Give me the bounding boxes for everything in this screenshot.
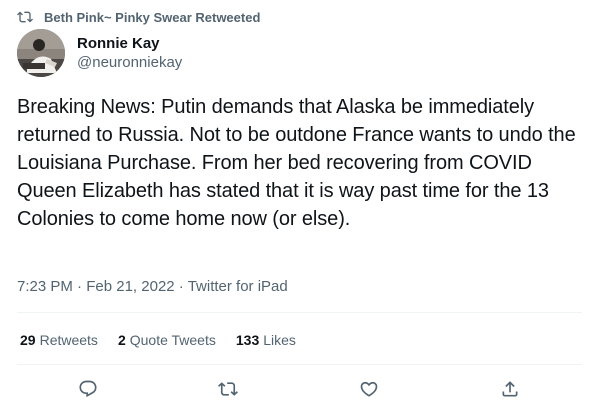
tweet-author: Ronnie Kay @neuronniekay <box>17 29 182 77</box>
share-icon <box>502 381 518 397</box>
tweet-date[interactable]: Feb 21, 2022 <box>86 278 174 295</box>
retweet-icon <box>218 382 238 396</box>
author-handle[interactable]: @neuronniekay <box>77 53 182 72</box>
likes-stat[interactable]: 133 Likes <box>236 330 296 350</box>
likes-label: Likes <box>263 332 296 348</box>
tweet[interactable]: Beth Pink~ Pinky Swear Retweeted Ronnie … <box>0 0 598 413</box>
author-names: Ronnie Kay @neuronniekay <box>77 34 182 72</box>
quote-tweets-stat[interactable]: 2 Quote Tweets <box>118 330 216 350</box>
author-display-name[interactable]: Ronnie Kay <box>77 34 182 53</box>
retweets-label: Retweets <box>39 332 98 348</box>
tweet-source[interactable]: Twitter for iPad <box>188 278 288 295</box>
quote-tweets-label: Quote Tweets <box>129 332 216 348</box>
retweet-banner[interactable]: Beth Pink~ Pinky Swear Retweeted <box>17 8 260 26</box>
tweet-time[interactable]: 7:23 PM <box>17 278 73 295</box>
retweets-count: 29 <box>20 332 36 348</box>
likes-count: 133 <box>235 332 260 348</box>
tweet-actions <box>0 377 598 401</box>
meta-separator: · <box>72 278 87 295</box>
tweet-text: Breaking News: Putin demands that Alaska… <box>17 96 582 230</box>
retweet-button[interactable] <box>216 377 240 401</box>
share-button[interactable] <box>498 377 522 401</box>
divider <box>17 312 582 313</box>
like-button[interactable] <box>357 377 381 401</box>
tweet-stats: 29 Retweets 2 Quote Tweets 133 Likes <box>20 330 316 350</box>
heart-icon <box>360 381 378 397</box>
reply-icon <box>79 380 97 398</box>
tweet-meta: 7:23 PM · Feb 21, 2022 · Twitter for iPa… <box>17 277 288 297</box>
retweet-banner-text[interactable]: Beth Pink~ Pinky Swear Retweeted <box>44 10 260 25</box>
reply-button[interactable] <box>76 377 100 401</box>
avatar[interactable] <box>17 29 65 77</box>
quote-tweets-count: 2 <box>117 332 126 348</box>
retweets-stat[interactable]: 29 Retweets <box>20 330 98 350</box>
meta-separator: · <box>174 278 188 295</box>
retweet-icon <box>17 9 33 25</box>
divider <box>17 364 582 365</box>
